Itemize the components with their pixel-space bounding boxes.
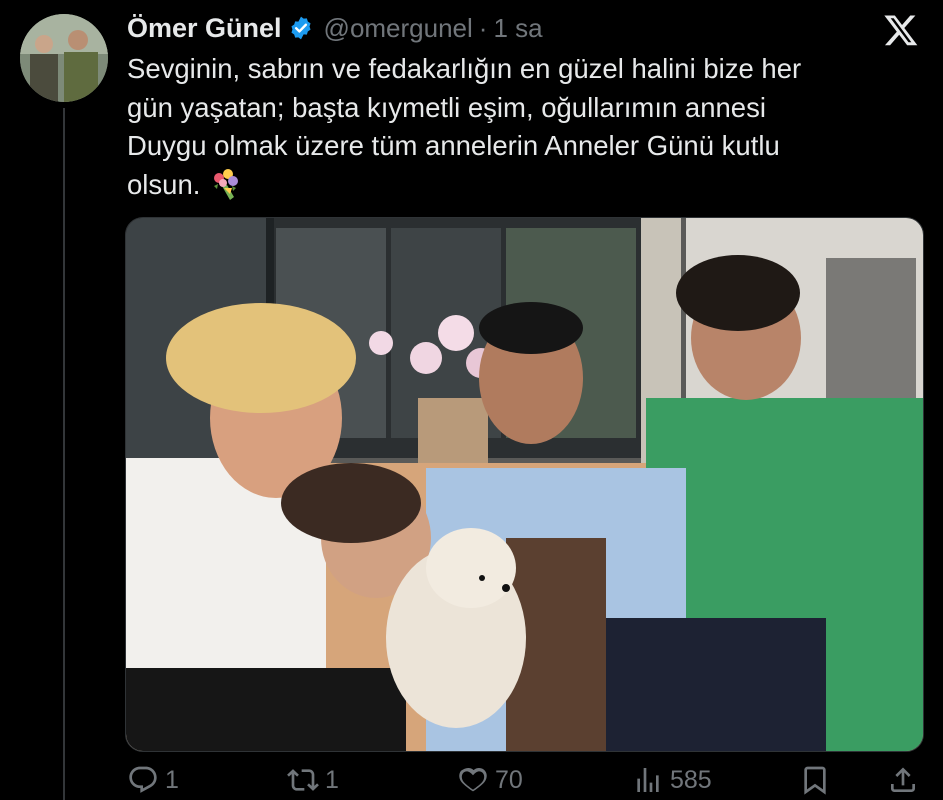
share-icon [891, 767, 915, 792]
thread-line [63, 108, 65, 800]
like-count: 70 [495, 765, 523, 794]
bookmark-button[interactable] [799, 764, 831, 796]
view-count: 585 [670, 765, 712, 794]
separator-dot: · [478, 12, 488, 43]
timestamp[interactable]: 1 sa [493, 13, 542, 44]
share-button[interactable] [887, 764, 919, 796]
x-logo-icon[interactable] [882, 12, 920, 48]
reply-icon [129, 766, 157, 793]
family-photo-image [126, 218, 923, 751]
views-icon [637, 768, 659, 792]
reply-count: 1 [165, 765, 179, 794]
tweet-text: Sevginin, sabrın ve fedakarlığın en güze… [127, 50, 917, 205]
avatar[interactable] [20, 14, 108, 102]
tweet-actions: 1 1 70 585 [127, 764, 922, 800]
retweet-button[interactable]: 1 [287, 764, 339, 796]
views-button[interactable]: 585 [632, 764, 712, 796]
reply-button[interactable]: 1 [127, 764, 179, 796]
bookmark-icon [804, 766, 826, 795]
like-button[interactable]: 70 [457, 764, 523, 796]
author-name[interactable]: Ömer Günel [127, 13, 282, 44]
avatar-image [20, 14, 108, 102]
tweet-photo[interactable] [125, 217, 924, 752]
retweet-icon [287, 769, 319, 791]
tweet-header: Ömer Günel @omergunel · 1 sa [127, 8, 543, 48]
retweet-count: 1 [325, 765, 339, 794]
heart-icon [459, 767, 487, 792]
verified-badge-icon [291, 16, 311, 40]
author-handle[interactable]: @omergunel [324, 13, 473, 44]
bouquet-emoji [214, 169, 239, 201]
